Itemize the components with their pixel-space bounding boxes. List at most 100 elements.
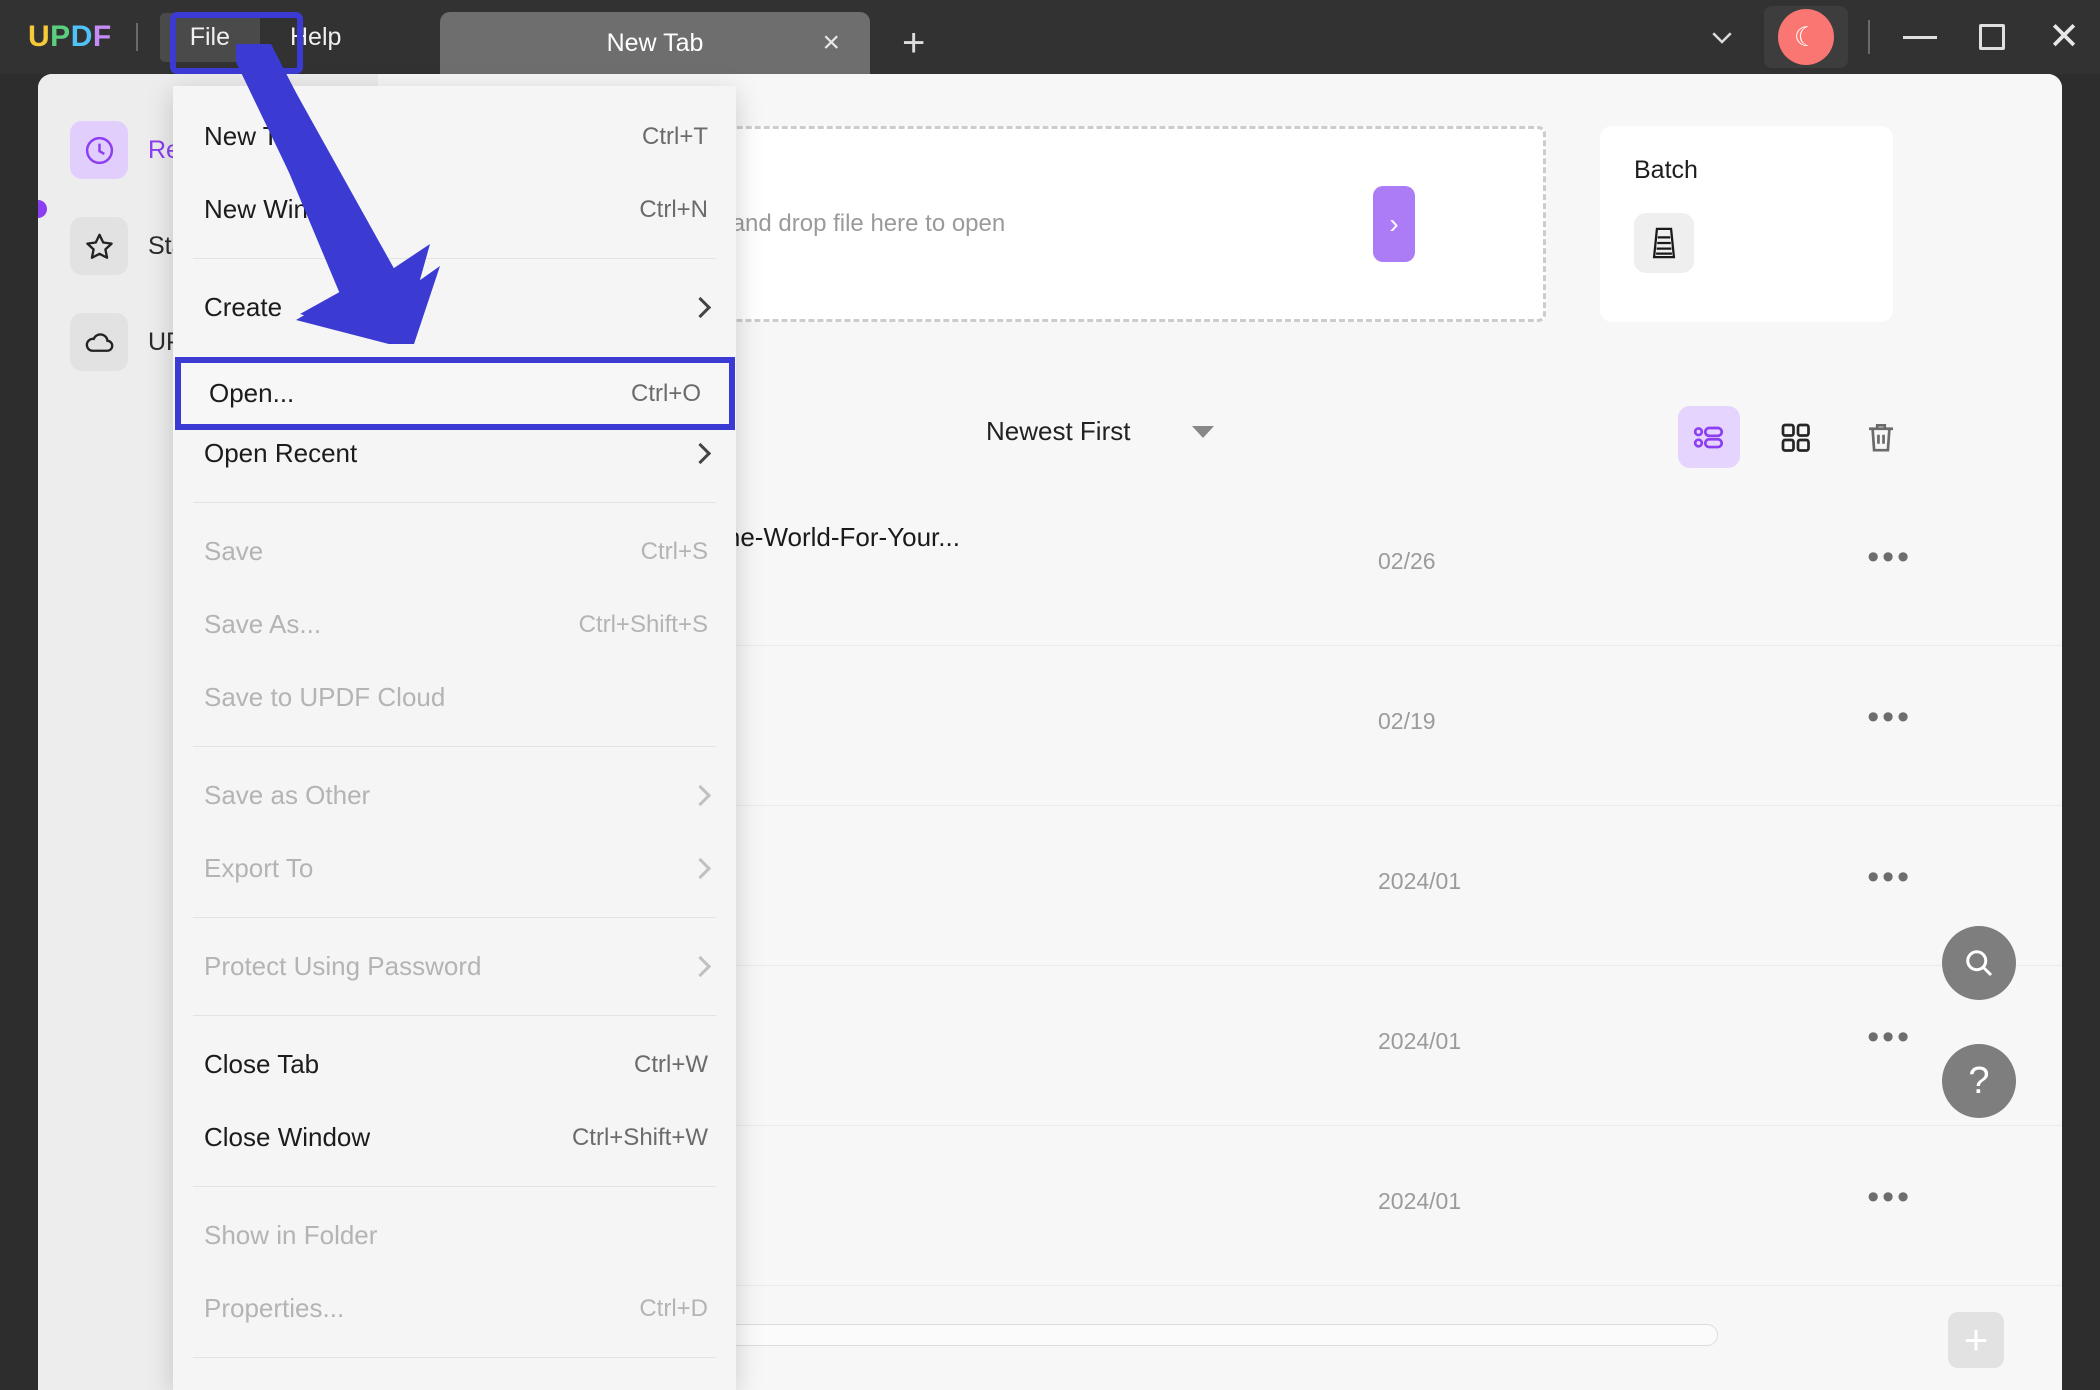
menu-item-shortcut: Ctrl+W xyxy=(634,1051,708,1079)
trash-icon xyxy=(1863,419,1899,455)
search-fab[interactable] xyxy=(1942,926,2016,1000)
minimize-icon xyxy=(1903,36,1937,39)
menu-divider xyxy=(193,502,716,503)
sort-dropdown-value: Newest First xyxy=(986,416,1130,447)
sort-dropdown[interactable]: Newest First xyxy=(986,416,1214,447)
sidebar-active-dot xyxy=(38,200,47,218)
file-date: 02/19 xyxy=(1378,708,1436,735)
tab-new-tab[interactable]: New Tab × xyxy=(440,12,870,74)
tab-close-icon[interactable]: × xyxy=(822,28,840,58)
chevron-right-icon xyxy=(690,297,711,318)
menu-item-properties: Properties... Ctrl+D xyxy=(173,1272,736,1345)
logo-letter-f: F xyxy=(93,20,112,54)
batch-icon[interactable] xyxy=(1634,213,1694,273)
menu-divider xyxy=(193,746,716,747)
row-more-icon[interactable]: ••• xyxy=(1867,540,1912,574)
chevron-down-icon[interactable] xyxy=(1686,0,1758,74)
search-icon xyxy=(1961,945,1997,981)
open-item-highlight-box[interactable]: Open... Ctrl+O xyxy=(175,357,735,430)
menu-help[interactable]: Help xyxy=(260,13,371,62)
grid-view-icon xyxy=(1777,419,1813,455)
chevron-right-icon xyxy=(690,443,711,464)
close-icon: ✕ xyxy=(2048,18,2080,56)
menu-item-close-window[interactable]: Close Window Ctrl+Shift+W xyxy=(173,1101,736,1174)
menu-divider xyxy=(193,258,716,259)
list-view-icon xyxy=(1691,419,1727,455)
highlight-open-shortcut: Ctrl+O xyxy=(631,380,701,408)
horizontal-scrollbar[interactable] xyxy=(598,1324,1718,1346)
menu-item-shortcut: Ctrl+Shift+S xyxy=(579,611,708,639)
new-tab-plus-icon[interactable]: + xyxy=(902,23,925,63)
menu-item-save-as: Save As... Ctrl+Shift+S xyxy=(173,588,736,661)
caret-down-icon xyxy=(1192,426,1214,438)
menu-item-label: Save to UPDF Cloud xyxy=(204,682,445,713)
window-controls-divider xyxy=(1868,20,1870,54)
row-more-icon[interactable]: ••• xyxy=(1867,1020,1912,1054)
row-more-icon[interactable]: ••• xyxy=(1867,860,1912,894)
menu-item-show-in-folder: Show in Folder xyxy=(173,1199,736,1272)
file-date: 02/26 xyxy=(1378,548,1436,575)
menu-item-save-to-updf-cloud: Save to UPDF Cloud xyxy=(173,661,736,734)
account-avatar-button[interactable]: ☾ xyxy=(1764,6,1848,68)
menu-item-label: Properties... xyxy=(204,1293,344,1324)
menu-item-new-window[interactable]: New Window Ctrl+N xyxy=(173,173,736,246)
menu-item-save: Save Ctrl+S xyxy=(173,515,736,588)
menu-item-label: Export To xyxy=(204,853,313,884)
menu-item-shortcut: Ctrl+D xyxy=(639,1295,708,1323)
tab-label: New Tab xyxy=(607,29,704,58)
menu-item-preferences[interactable]: Preferences... Ctrl+K xyxy=(173,1370,736,1390)
menu-file[interactable]: File xyxy=(160,13,260,62)
updf-logo: U P D F xyxy=(28,20,112,54)
menu-item-export-to: Export To xyxy=(173,832,736,905)
trash-button[interactable] xyxy=(1850,406,1912,468)
menu-item-shortcut: Ctrl+N xyxy=(639,196,708,224)
add-button[interactable]: + xyxy=(1948,1312,2004,1368)
maximize-button[interactable] xyxy=(1956,0,2028,74)
file-date: 2024/01 xyxy=(1378,868,1461,895)
logo-letter-u: U xyxy=(28,20,50,54)
chevron-right-icon xyxy=(690,858,711,879)
logo-letter-p: P xyxy=(50,20,71,54)
tab-strip: New Tab × + xyxy=(440,12,925,74)
menu-item-shortcut: Ctrl+S xyxy=(641,538,708,566)
menu-item-shortcut: Ctrl+Shift+W xyxy=(572,1124,708,1152)
logo-divider xyxy=(136,23,138,51)
menu-item-label: Save As... xyxy=(204,609,321,640)
updf-app-window: U P D F File Help New Tab × + ☾ ✕ xyxy=(0,0,2100,1390)
menu-item-protect-using-password: Protect Using Password xyxy=(173,930,736,1003)
menu-item-label: Open Recent xyxy=(204,438,357,469)
help-fab[interactable]: ? xyxy=(1942,1044,2016,1118)
grid-view-button[interactable] xyxy=(1764,406,1826,468)
row-more-icon[interactable]: ••• xyxy=(1867,700,1912,734)
window-controls: ☾ ✕ xyxy=(1686,0,2100,74)
list-view-button[interactable] xyxy=(1678,406,1740,468)
menu-divider xyxy=(193,917,716,918)
file-date: 2024/01 xyxy=(1378,1188,1461,1215)
chevron-right-icon[interactable]: › xyxy=(1373,186,1415,262)
batch-card[interactable]: Batch xyxy=(1600,126,1893,322)
menu-item-label: Save xyxy=(204,536,263,567)
clock-icon xyxy=(70,121,128,179)
menu-item-close-tab[interactable]: Close Tab Ctrl+W xyxy=(173,1028,736,1101)
star-icon xyxy=(70,217,128,275)
title-bar: U P D F File Help New Tab × + ☾ ✕ xyxy=(0,0,2100,74)
menu-item-label: Save as Other xyxy=(204,780,370,811)
menu-item-create[interactable]: Create xyxy=(173,271,736,344)
cloud-icon xyxy=(70,313,128,371)
menu-item-new-tab[interactable]: New Tab Ctrl+T xyxy=(173,100,736,173)
menu-divider xyxy=(193,1357,716,1358)
row-more-icon[interactable]: ••• xyxy=(1867,1180,1912,1214)
menu-divider xyxy=(193,1186,716,1187)
highlight-open-label: Open... xyxy=(209,378,294,409)
menu-divider xyxy=(193,1015,716,1016)
chevron-right-icon xyxy=(690,956,711,977)
menu-item-label: Show in Folder xyxy=(204,1220,377,1251)
chevron-right-icon xyxy=(690,785,711,806)
menu-item-label: Protect Using Password xyxy=(204,951,481,982)
close-button[interactable]: ✕ xyxy=(2028,0,2100,74)
menu-item-label: Close Window xyxy=(204,1122,370,1153)
minimize-button[interactable] xyxy=(1884,0,1956,74)
menu-item-label: Create xyxy=(204,292,282,323)
menu-item-shortcut: Ctrl+T xyxy=(642,123,708,151)
maximize-icon xyxy=(1979,24,2005,50)
